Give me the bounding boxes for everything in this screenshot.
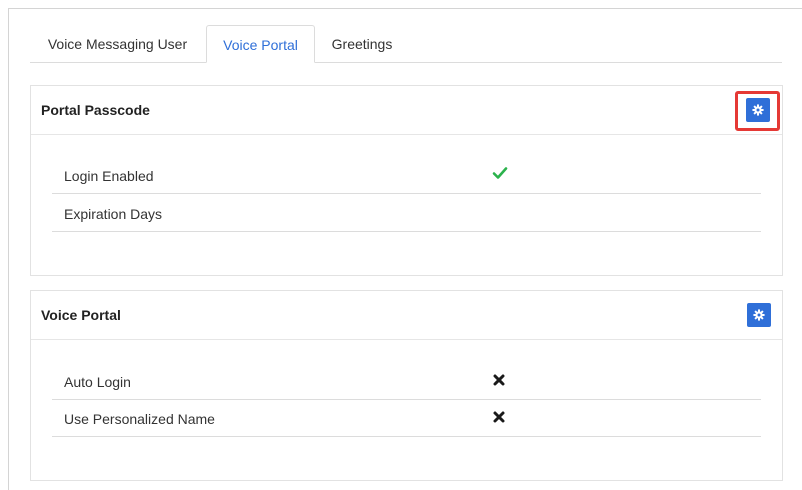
row-use-personalized-name: Use Personalized Name <box>52 399 761 437</box>
tab-voice-portal[interactable]: Voice Portal <box>206 25 315 63</box>
tab-voice-messaging-user[interactable]: Voice Messaging User <box>30 25 205 62</box>
row-expiration-days: Expiration Days <box>52 194 761 232</box>
portal-passcode-panel: Portal Passcode Login Enabled Expiration… <box>30 85 783 276</box>
settings-button[interactable] <box>747 303 771 327</box>
panel-header: Portal Passcode <box>31 86 782 135</box>
row-label: Expiration Days <box>64 206 163 222</box>
row-login-enabled: Login Enabled <box>52 156 761 194</box>
check-icon <box>492 165 512 185</box>
gear-icon <box>753 309 765 321</box>
panel-title: Portal Passcode <box>41 102 150 118</box>
settings-button[interactable] <box>746 98 770 122</box>
row-label: Use Personalized Name <box>64 411 215 427</box>
row-value <box>492 203 512 223</box>
gear-icon <box>752 104 764 116</box>
tab-bar: Voice Messaging User Voice Portal Greeti… <box>30 25 782 63</box>
panel-title: Voice Portal <box>41 307 121 323</box>
row-label: Auto Login <box>64 374 131 390</box>
voice-portal-panel: Voice Portal Auto Login Use Personalized… <box>30 290 783 481</box>
panel-header: Voice Portal <box>31 291 782 340</box>
tab-greetings[interactable]: Greetings <box>316 25 408 62</box>
x-icon <box>492 371 512 391</box>
row-label: Login Enabled <box>64 168 154 184</box>
x-icon <box>492 408 512 428</box>
row-auto-login: Auto Login <box>52 362 761 400</box>
